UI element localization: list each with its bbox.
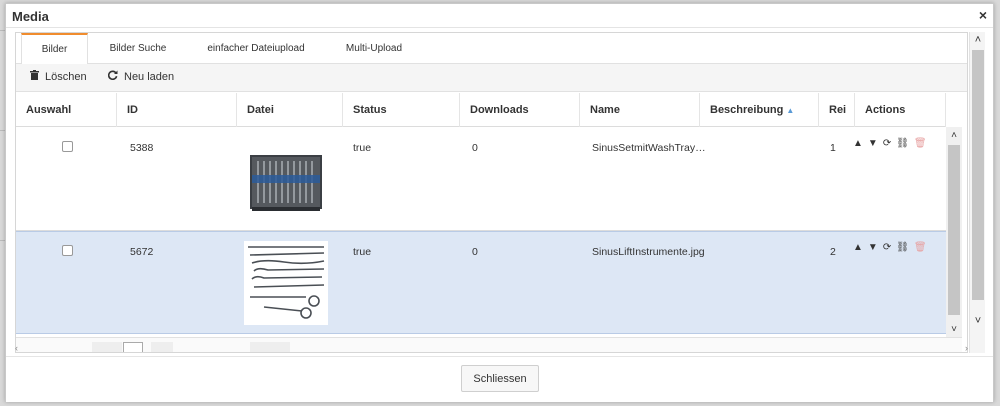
close-icon[interactable]: × [979, 7, 987, 23]
tray-icon [244, 137, 328, 221]
delete-button[interactable]: Löschen [30, 70, 87, 83]
column-header-beschreibung[interactable]: Beschreibung ▲ [700, 93, 819, 127]
scroll-right-icon[interactable]: › [965, 343, 968, 353]
delete-icon[interactable]: 🗑 [914, 242, 927, 253]
reload-label: Neu laden [124, 70, 175, 83]
tab-bilder-suche[interactable]: Bilder Suche [98, 33, 178, 64]
grid-scrollbar[interactable]: ˄ ˅ [946, 127, 962, 337]
row-select-checkbox[interactable] [62, 245, 73, 256]
move-up-icon[interactable]: ▲ [853, 138, 863, 149]
row-actions: ▲ ▼ ⟳ ⛓ 🗑 [853, 242, 927, 253]
cell-name: SinusLiftInstrumente.jpg [592, 246, 705, 258]
horizontal-scrollbar[interactable]: ‹ › [15, 343, 968, 354]
scroll-up-icon[interactable]: ˄ [970, 32, 986, 48]
cell-downloads: 0 [472, 246, 478, 258]
cell-rei: 1 [830, 142, 836, 154]
scrollbar-thumb[interactable] [948, 145, 960, 315]
dialog-titlebar: Media × [6, 4, 993, 28]
scroll-up-icon[interactable]: ˄ [946, 129, 962, 143]
cell-rei: 2 [830, 246, 836, 258]
toolbar: Löschen Neu laden [16, 64, 967, 92]
cell-id: 5672 [130, 246, 154, 258]
column-header-actions: Actions [855, 93, 946, 127]
move-down-icon[interactable]: ▼ [868, 138, 878, 149]
close-button[interactable]: Schliessen [461, 365, 539, 392]
refresh-icon[interactable]: ⟳ [883, 242, 891, 253]
reload-button[interactable]: Neu laden [107, 70, 175, 83]
move-up-icon[interactable]: ▲ [853, 242, 863, 253]
column-header-beschreibung-label: Beschreibung [710, 104, 784, 116]
column-header-status[interactable]: Status [343, 93, 460, 127]
tab-bar: Bilder Bilder Suche einfacher Dateiuploa… [16, 33, 967, 65]
column-header-auswahl[interactable]: Auswahl [16, 93, 117, 127]
cell-id: 5388 [130, 142, 154, 154]
dialog-scrollbar[interactable]: ˄ ˅ [969, 32, 985, 353]
tab-bilder[interactable]: Bilder [21, 33, 88, 65]
move-down-icon[interactable]: ▼ [868, 242, 878, 253]
grid-header: Auswahl ID Datei Status Downloads Name B… [16, 93, 946, 127]
cell-downloads: 0 [472, 142, 478, 154]
cell-status: true [353, 246, 372, 258]
cell-status: true [353, 142, 372, 154]
scroll-left-icon[interactable]: ‹ [15, 343, 18, 353]
cell-name: SinusSetmitWashTray… [592, 142, 706, 154]
tab-einfacher-dateiupload[interactable]: einfacher Dateiupload [196, 33, 316, 64]
delete-icon[interactable]: 🗑 [914, 138, 927, 149]
sort-ascending-icon: ▲ [786, 106, 795, 115]
refresh-icon [107, 70, 118, 83]
column-header-rei[interactable]: Rei [819, 93, 855, 127]
media-dialog: Media × Bilder Bilder Suche einfacher Da… [5, 3, 994, 402]
table-row[interactable]: 5388 true 0 SinusSetmitWashTray… 1 ▲ ▼ ⟳… [16, 128, 946, 231]
table-row[interactable]: 5672 true 0 SinusLiftInstrumente.jpg 2 ▲… [16, 231, 946, 334]
scroll-down-icon[interactable]: ˅ [970, 313, 986, 329]
column-header-datei[interactable]: Datei [237, 93, 343, 127]
row-select-checkbox[interactable] [62, 141, 73, 152]
scrollbar-thumb[interactable] [972, 50, 984, 300]
dialog-footer: Schliessen [6, 356, 993, 402]
scroll-down-icon[interactable]: ˅ [946, 323, 962, 337]
trash-icon [30, 70, 39, 83]
unlink-icon[interactable]: ⛓ [896, 242, 909, 253]
column-header-name[interactable]: Name [580, 93, 700, 127]
media-panel: Bilder Bilder Suche einfacher Dateiuploa… [15, 32, 968, 353]
tab-multi-upload[interactable]: Multi-Upload [334, 33, 414, 64]
column-header-downloads[interactable]: Downloads [460, 93, 580, 127]
column-header-id[interactable]: ID [117, 93, 237, 127]
dialog-title: Media [12, 9, 49, 24]
unlink-icon[interactable]: ⛓ [896, 138, 909, 149]
instruments-icon [244, 241, 328, 325]
delete-label: Löschen [45, 70, 87, 83]
refresh-icon[interactable]: ⟳ [883, 138, 891, 149]
row-actions: ▲ ▼ ⟳ ⛓ 🗑 [853, 138, 927, 149]
